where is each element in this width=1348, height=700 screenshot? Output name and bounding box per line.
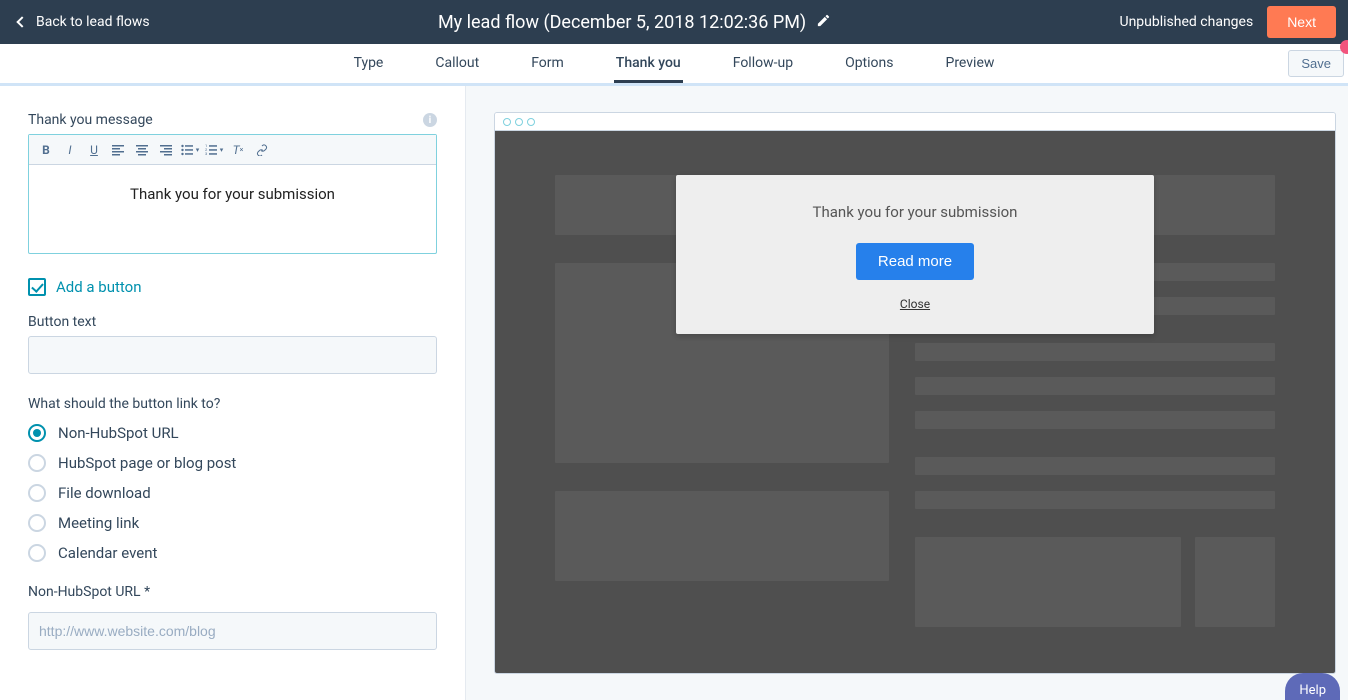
italic-icon[interactable]: I: [59, 139, 81, 161]
bullet-list-icon[interactable]: ▾: [179, 139, 201, 161]
tab-options[interactable]: Options: [843, 46, 895, 83]
chevron-left-icon: [16, 16, 27, 27]
svg-text:3: 3: [205, 151, 207, 156]
save-badge-icon: [1340, 40, 1348, 54]
add-button-checkbox[interactable]: [28, 278, 46, 296]
unpublished-status: Unpublished changes: [1120, 14, 1254, 30]
save-button[interactable]: Save: [1288, 50, 1344, 77]
ghost-block: [915, 377, 1275, 395]
back-to-lead-flows[interactable]: Back to lead flows: [18, 14, 150, 30]
tab-follow-up[interactable]: Follow-up: [731, 46, 795, 83]
ghost-block: [915, 457, 1275, 475]
align-left-icon[interactable]: [107, 139, 129, 161]
tab-callout[interactable]: Callout: [433, 46, 481, 83]
radio-calendar-event[interactable]: Calendar event: [28, 544, 437, 562]
editor-content[interactable]: Thank you for your submission: [29, 165, 436, 253]
thank-you-modal: Thank you for your submission Read more …: [676, 175, 1154, 334]
thank-you-message-label: Thank you message: [28, 112, 153, 128]
radio-hubspot-page[interactable]: HubSpot page or blog post: [28, 454, 437, 472]
window-dot-icon: [515, 118, 523, 126]
non-hubspot-url-label: Non-HubSpot URL *: [28, 584, 437, 600]
info-icon[interactable]: i: [423, 113, 437, 127]
radio-file-download[interactable]: File download: [28, 484, 437, 502]
underline-icon[interactable]: U: [83, 139, 105, 161]
align-right-icon[interactable]: [155, 139, 177, 161]
bold-icon[interactable]: B: [35, 139, 57, 161]
ghost-block: [915, 491, 1275, 509]
tab-preview[interactable]: Preview: [943, 46, 996, 83]
window-dot-icon: [503, 118, 511, 126]
help-button[interactable]: Help: [1285, 673, 1340, 700]
button-text-input[interactable]: [28, 336, 437, 374]
radio-icon: [28, 484, 46, 502]
align-center-icon[interactable]: [131, 139, 153, 161]
window-dot-icon: [527, 118, 535, 126]
editor-toolbar: B I U ▾ 123▾ T×: [29, 135, 436, 165]
ghost-block: [915, 343, 1275, 361]
ghost-block: [915, 537, 1181, 627]
window-chrome: [495, 113, 1335, 131]
link-icon[interactable]: [251, 139, 273, 161]
add-button-label: Add a button: [56, 278, 142, 296]
modal-close-link[interactable]: Close: [900, 297, 930, 311]
read-more-button[interactable]: Read more: [856, 243, 974, 280]
preview-window: Thank you for your submission Read more …: [494, 112, 1336, 674]
modal-message: Thank you for your submission: [696, 203, 1134, 221]
tab-type[interactable]: Type: [352, 46, 386, 83]
next-button[interactable]: Next: [1267, 6, 1336, 38]
radio-label: HubSpot page or blog post: [58, 454, 236, 472]
radio-label: Calendar event: [58, 544, 157, 562]
back-label: Back to lead flows: [36, 14, 150, 30]
radio-meeting-link[interactable]: Meeting link: [28, 514, 437, 532]
rich-text-editor[interactable]: B I U ▾ 123▾ T× Thank you for your submi…: [28, 134, 437, 254]
numbered-list-icon[interactable]: 123▾: [203, 139, 225, 161]
radio-icon: [28, 424, 46, 442]
link-question-label: What should the button link to?: [28, 396, 437, 412]
tab-form[interactable]: Form: [529, 46, 566, 83]
radio-icon: [28, 454, 46, 472]
ghost-block: [1195, 537, 1275, 627]
radio-non-hubspot-url[interactable]: Non-HubSpot URL: [28, 424, 437, 442]
page-title: My lead flow (December 5, 2018 12:02:36 …: [438, 12, 806, 33]
radio-label: Non-HubSpot URL: [58, 424, 179, 442]
tab-thank-you[interactable]: Thank you: [614, 46, 683, 83]
ghost-block: [555, 491, 889, 581]
radio-icon: [28, 514, 46, 532]
radio-label: File download: [58, 484, 151, 502]
radio-icon: [28, 544, 46, 562]
clear-format-icon[interactable]: T×: [227, 139, 249, 161]
non-hubspot-url-input[interactable]: [28, 612, 437, 650]
button-text-label: Button text: [28, 314, 96, 330]
ghost-block: [915, 411, 1275, 429]
radio-label: Meeting link: [58, 514, 139, 532]
pencil-icon[interactable]: [816, 12, 831, 33]
